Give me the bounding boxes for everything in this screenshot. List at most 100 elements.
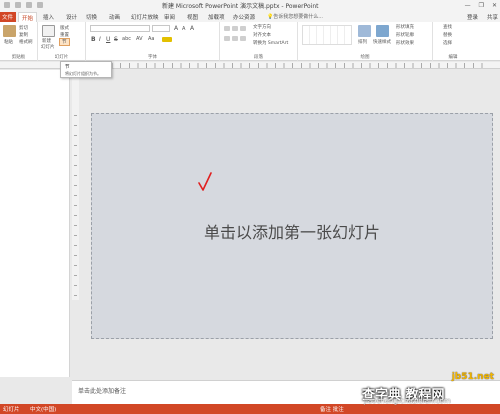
add-first-slide-placeholder[interactable]: 单击以添加第一张幻灯片: [204, 219, 380, 243]
align-right-icon[interactable]: [240, 36, 246, 41]
convert-smartart-button[interactable]: 转换为 SmartArt: [253, 40, 288, 46]
clear-format-button[interactable]: A: [190, 25, 194, 32]
slide-thumbnail-pane[interactable]: [0, 70, 70, 377]
layout-button[interactable]: 版式: [60, 25, 69, 31]
status-notes-comments[interactable]: 备注 批注: [320, 405, 344, 413]
tab-view[interactable]: 视图: [187, 13, 198, 21]
char-spacing-button[interactable]: AV: [136, 36, 143, 42]
tab-file[interactable]: 文件: [0, 12, 16, 22]
tab-slideshow[interactable]: 幻灯片放映: [131, 13, 159, 21]
watermark-url: jiaocheng.chazidian.com: [364, 397, 451, 405]
copy-button[interactable]: 复制: [19, 32, 28, 38]
save-icon[interactable]: [4, 2, 10, 8]
tab-animations[interactable]: 动画: [109, 13, 120, 21]
watermark-site: jb51.net: [451, 372, 494, 382]
group-paragraph: 文字方向 对齐文本 转换为 SmartArt 段落: [220, 22, 298, 61]
group-label-font: 字体: [148, 55, 157, 60]
tab-addins[interactable]: 加载项: [208, 13, 225, 21]
share-button[interactable]: 共享: [487, 13, 498, 21]
align-left-icon[interactable]: [224, 36, 230, 41]
numbering-icon[interactable]: [232, 26, 238, 31]
quick-styles-icon[interactable]: [376, 25, 389, 37]
window-controls: — ❐ ✕: [465, 2, 497, 9]
tab-transitions[interactable]: 切换: [86, 13, 97, 21]
group-font: A A A B I U S abc AV Aa 字体: [86, 22, 220, 61]
group-clipboard: 粘贴 剪切 复制 格式刷 剪贴板: [0, 22, 38, 61]
shapes-gallery[interactable]: [302, 25, 352, 45]
powerpoint-window: 新建 Microsoft PowerPoint 演示文稿.pptx - Powe…: [0, 0, 500, 414]
tab-review[interactable]: 审阅: [164, 13, 175, 21]
group-label-slides: 幻灯片: [54, 55, 69, 60]
vertical-ruler: [72, 70, 79, 300]
tooltip-description: 将幻灯片组织为节。: [65, 71, 101, 76]
minimize-button[interactable]: —: [465, 2, 471, 9]
section-tooltip: 节 将幻灯片组织为节。: [60, 61, 112, 78]
status-slide-indicator: 幻灯片: [3, 407, 20, 413]
group-label-paragraph: 段落: [254, 55, 263, 60]
format-painter-button[interactable]: 格式刷: [19, 39, 33, 45]
quick-styles-button[interactable]: 快速样式: [373, 39, 391, 45]
tab-office-resources[interactable]: 办公资源: [233, 13, 255, 21]
notes-placeholder: 单击此处添加备注: [78, 388, 127, 395]
group-editing: 查找 替换 选择 编辑: [433, 22, 500, 61]
paste-button-label[interactable]: 粘贴: [4, 39, 13, 45]
ruler-ticks: [60, 63, 490, 68]
arrange-icon[interactable]: [358, 25, 371, 37]
ribbon-tabs: 文件 开始 插入 设计 切换 动画 幻灯片放映 审阅 视图 加载项 办公资源 💡…: [0, 12, 500, 22]
group-label-clipboard: 剪贴板: [11, 55, 26, 60]
ribbon-home: 粘贴 剪切 复制 格式刷 剪贴板 新建 幻灯片 版式 重置 节 幻灯片 A A …: [0, 22, 500, 61]
find-button[interactable]: 查找: [443, 24, 452, 30]
text-shadow-button[interactable]: abc: [122, 36, 131, 42]
redo-icon[interactable]: [26, 2, 32, 8]
new-slide-label-line2[interactable]: 幻灯片: [41, 44, 55, 50]
undo-icon[interactable]: [15, 2, 21, 8]
change-case-button[interactable]: Aa: [148, 36, 154, 42]
paste-icon[interactable]: [3, 25, 16, 37]
underline-button[interactable]: U: [106, 36, 110, 43]
tell-me-search[interactable]: 💡告诉我您想要做什么...: [267, 13, 323, 20]
site-watermark: jb51.net 查字典 教程网 jiaocheng.chazidian.com: [362, 372, 498, 412]
font-size-dropdown[interactable]: [152, 25, 170, 32]
tab-design[interactable]: 设计: [66, 13, 77, 21]
decrease-indent-icon[interactable]: [240, 26, 246, 31]
grow-font-button[interactable]: A: [174, 25, 178, 32]
title-bar: 新建 Microsoft PowerPoint 演示文稿.pptx - Powe…: [0, 0, 500, 12]
align-center-icon[interactable]: [232, 36, 238, 41]
window-title: 新建 Microsoft PowerPoint 演示文稿.pptx - Powe…: [162, 3, 319, 10]
group-label-editing: 编辑: [448, 55, 458, 60]
strikethrough-button[interactable]: S: [114, 36, 118, 43]
shape-outline-button[interactable]: 形状轮廓: [396, 32, 414, 38]
shape-effects-button[interactable]: 形状效果: [396, 40, 414, 46]
bold-button[interactable]: B: [91, 36, 96, 43]
shrink-font-button[interactable]: A: [182, 26, 185, 32]
tab-insert[interactable]: 插入: [43, 13, 54, 21]
tab-home[interactable]: 开始: [18, 12, 38, 22]
select-button[interactable]: 选择: [443, 40, 452, 46]
tooltip-title: 节: [65, 65, 70, 70]
replace-button[interactable]: 替换: [443, 32, 452, 38]
cut-button[interactable]: 剪切: [19, 25, 28, 31]
italic-button[interactable]: I: [99, 36, 101, 43]
restore-button[interactable]: ❐: [479, 2, 484, 9]
bullets-icon[interactable]: [224, 26, 230, 31]
arrange-button[interactable]: 排列: [358, 39, 367, 45]
font-color-icon[interactable]: [162, 37, 172, 42]
new-slide-icon[interactable]: [42, 25, 55, 37]
shape-fill-button[interactable]: 形状填充: [396, 24, 414, 30]
red-checkmark-icon: [198, 172, 212, 191]
close-button[interactable]: ✕: [492, 2, 497, 9]
start-slideshow-icon[interactable]: [37, 2, 43, 8]
group-label-drawing: 绘图: [360, 55, 370, 60]
quick-access-toolbar: [4, 2, 43, 8]
font-name-dropdown[interactable]: [90, 25, 150, 32]
vertical-ruler-ticks: [74, 115, 77, 300]
tell-me-text: 告诉我您想要做什么...: [273, 14, 324, 20]
slide-canvas[interactable]: 单击以添加第一张幻灯片: [91, 113, 493, 339]
status-language[interactable]: 中文(中国): [30, 405, 56, 413]
group-slides: 新建 幻灯片 版式 重置 节 幻灯片: [38, 22, 86, 61]
align-text-button[interactable]: 对齐文本: [253, 32, 271, 38]
group-drawing: 排列 快速样式 形状填充 形状轮廓 形状效果 绘图: [298, 22, 433, 61]
text-direction-button[interactable]: 文字方向: [253, 24, 271, 30]
sign-in-link[interactable]: 登录: [467, 13, 478, 21]
section-button[interactable]: 节: [59, 38, 70, 46]
